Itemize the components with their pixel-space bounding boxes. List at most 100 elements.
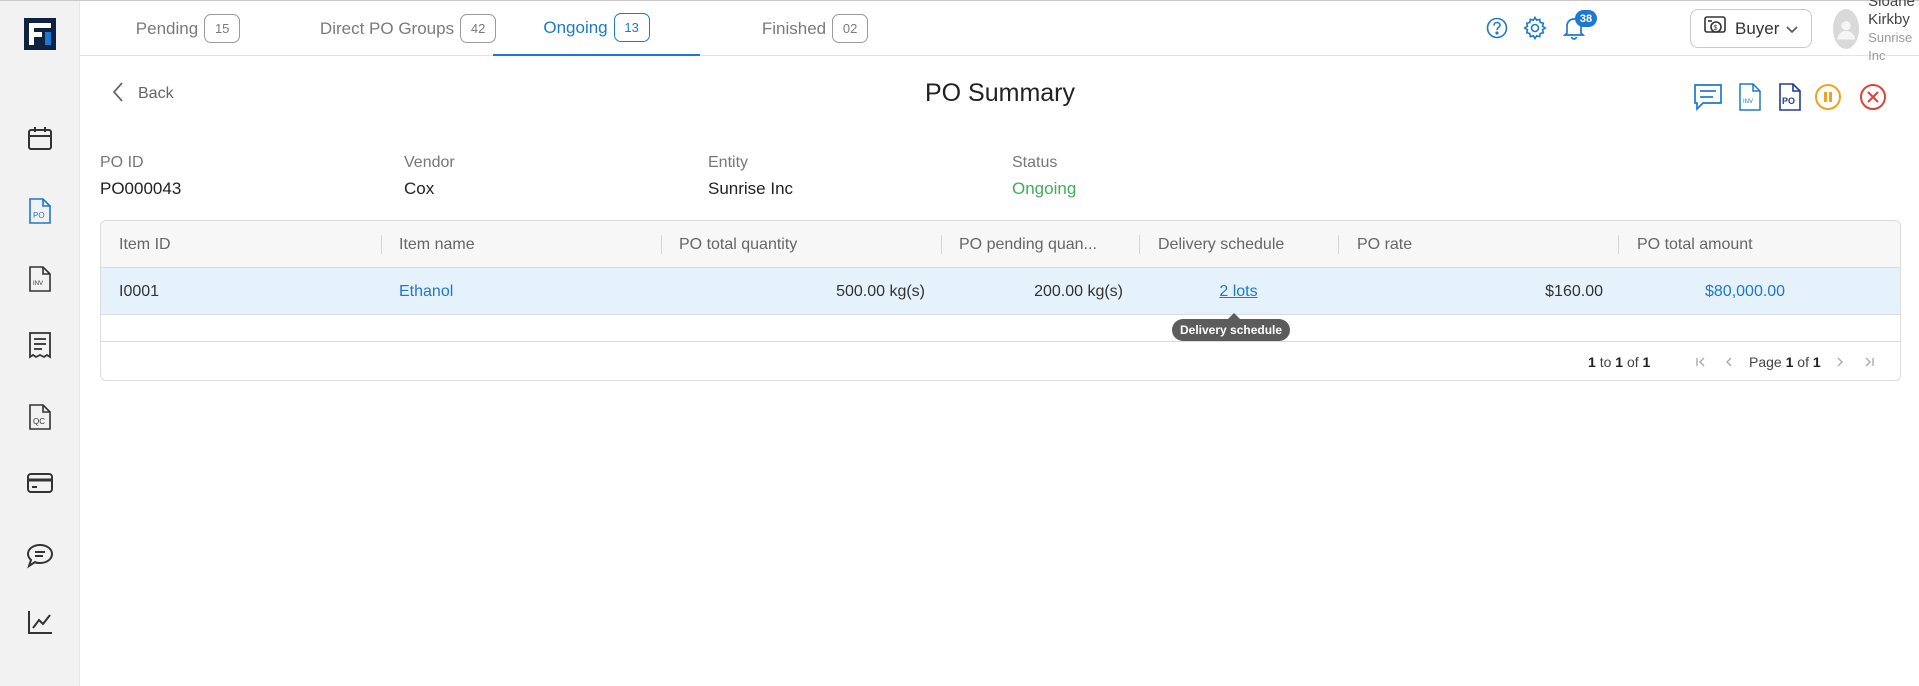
svg-text:PO: PO — [33, 211, 45, 220]
role-label: Buyer — [1735, 18, 1780, 38]
current-page: 1 — [1785, 354, 1794, 370]
row-range-total: 1 — [1642, 354, 1651, 370]
tab-count-badge: 13 — [613, 13, 650, 42]
previous-page-icon[interactable] — [1721, 354, 1737, 370]
card-icon[interactable] — [24, 467, 56, 499]
tab-pending[interactable]: Pending 15 — [124, 1, 252, 56]
status-label: Status — [1012, 154, 1058, 171]
notification-bell-icon[interactable]: 38 — [1559, 10, 1597, 43]
first-page-icon[interactable] — [1693, 354, 1709, 370]
po-items-table: Item ID Item name PO total quantity PO p… — [100, 220, 1901, 381]
gear-icon[interactable] — [1520, 13, 1550, 43]
chat-icon[interactable] — [24, 540, 56, 572]
row-range-to-word: to — [1599, 354, 1612, 370]
table-row[interactable]: I0001 Ethanol 500.00 kg(s) 200.00 kg(s) … — [101, 268, 1900, 315]
next-page-icon[interactable] — [1832, 354, 1848, 370]
column-header-po-total-quantity[interactable]: PO total quantity — [679, 221, 929, 268]
tab-ongoing[interactable]: Ongoing 13 — [493, 1, 700, 56]
svg-text:QC: QC — [33, 417, 45, 426]
table-pagination: 1 to 1 of 1 Page 1 of 1 — [101, 342, 1900, 380]
chevron-down-icon — [1785, 22, 1799, 42]
item-name-link[interactable]: Ethanol — [399, 268, 453, 315]
row-range-summary: 1 to 1 of 1 — [1588, 342, 1651, 380]
status-value: Ongoing — [1012, 179, 1077, 198]
entity-label: Entity — [708, 154, 749, 171]
calendar-icon[interactable] — [24, 123, 56, 155]
sidebar: PO INV QC — [0, 1, 80, 686]
invoice-document-icon[interactable]: INV — [24, 263, 56, 295]
column-resize-handle[interactable] — [381, 235, 382, 254]
po-icon[interactable]: PO — [1774, 81, 1806, 113]
user-menu[interactable]: Sloane Kirkby Sunrise Inc — [1833, 0, 1919, 63]
entity-value: Sunrise Inc — [708, 179, 794, 198]
column-resize-handle[interactable] — [941, 235, 942, 254]
last-page-icon[interactable] — [1861, 354, 1877, 370]
fl-logo-icon[interactable] — [24, 18, 56, 50]
column-resize-handle[interactable] — [1139, 235, 1140, 254]
close-icon[interactable] — [1857, 81, 1889, 113]
column-header-item-id[interactable]: Item ID — [119, 221, 369, 268]
po-id-label: PO ID — [100, 154, 144, 171]
receipt-icon[interactable] — [24, 329, 56, 361]
svg-text:PO: PO — [1782, 96, 1795, 106]
po-total-amount-link[interactable]: $80,000.00 — [1705, 268, 1785, 315]
top-navigation: Pending 15 Direct PO Groups 42 Ongoing 1… — [80, 0, 1919, 63]
row-range-to: 1 — [1615, 354, 1624, 370]
tab-count-badge: 42 — [460, 14, 497, 43]
po-id-field: PO ID PO000043 — [100, 154, 181, 199]
vendor-label: Vendor — [404, 154, 455, 171]
back-label: Back — [138, 85, 174, 102]
tab-count-badge: 02 — [832, 14, 869, 43]
column-header-po-total-amount[interactable]: PO total amount — [1637, 221, 1887, 268]
role-switcher[interactable]: $ Buyer — [1690, 9, 1812, 48]
column-resize-handle[interactable] — [661, 235, 662, 254]
tab-label: Finished — [761, 18, 827, 38]
status-field: Status Ongoing — [1012, 154, 1076, 199]
cell-po-rate: $160.00 — [1545, 282, 1603, 300]
vendor-value: Cox — [404, 179, 435, 198]
table-header: Item ID Item name PO total quantity PO p… — [101, 221, 1900, 268]
column-header-item-name[interactable]: Item name — [399, 221, 649, 268]
chevron-left-icon — [112, 81, 124, 107]
svg-text:$: $ — [1714, 25, 1718, 32]
page-indicator: Page 1 of 1 — [1749, 342, 1821, 380]
role-icon: $ — [1703, 15, 1727, 42]
table-body-empty-space — [101, 315, 1900, 342]
tab-direct-po-groups[interactable]: Direct PO Groups 42 — [302, 1, 514, 56]
svg-text:INV: INV — [1743, 99, 1753, 105]
comments-icon[interactable] — [1692, 81, 1724, 113]
pause-icon[interactable] — [1812, 81, 1844, 113]
column-header-po-rate[interactable]: PO rate — [1357, 221, 1607, 268]
tab-label: Direct PO Groups — [319, 18, 455, 38]
po-id-value: PO000043 — [100, 179, 182, 198]
tab-label: Pending — [135, 18, 199, 38]
analytics-chart-icon[interactable] — [24, 606, 56, 638]
column-resize-handle[interactable] — [1618, 235, 1619, 254]
column-resize-handle[interactable] — [1338, 235, 1339, 254]
page-word: Page — [1749, 354, 1782, 370]
user-organization: Sunrise Inc — [1868, 30, 1913, 63]
help-icon[interactable] — [1482, 13, 1512, 43]
qc-document-icon[interactable]: QC — [24, 401, 56, 433]
user-name: Sloane Kirkby — [1868, 0, 1915, 28]
po-document-icon[interactable]: PO — [24, 195, 56, 227]
page-of-word: of — [1797, 354, 1809, 370]
vendor-field: Vendor Cox — [404, 154, 455, 199]
column-header-delivery-schedule[interactable]: Delivery schedule — [1158, 221, 1338, 268]
delivery-schedule-link[interactable]: 2 lots — [1139, 268, 1338, 315]
tab-finished[interactable]: Finished 02 — [743, 1, 887, 56]
tab-count-badge: 15 — [204, 14, 241, 43]
cell-po-pending-quantity: 200.00 kg(s) — [1034, 282, 1123, 300]
row-range-of-word: of — [1626, 354, 1639, 370]
row-range-from: 1 — [1588, 354, 1596, 370]
notification-count-badge: 38 — [1575, 10, 1597, 27]
invoice-icon[interactable]: INV — [1734, 81, 1766, 113]
tab-label: Ongoing — [543, 17, 608, 37]
entity-field: Entity Sunrise Inc — [708, 154, 793, 199]
column-header-po-pending-quantity[interactable]: PO pending quan... — [959, 221, 1139, 268]
back-button[interactable]: Back — [112, 81, 174, 107]
page-title: PO Summary — [924, 79, 1076, 107]
avatar — [1833, 9, 1860, 49]
cell-item-id: I0001 — [119, 282, 160, 300]
app-root: PO INV QC Pending 15 Direct PO Groups 42 — [0, 0, 1919, 686]
